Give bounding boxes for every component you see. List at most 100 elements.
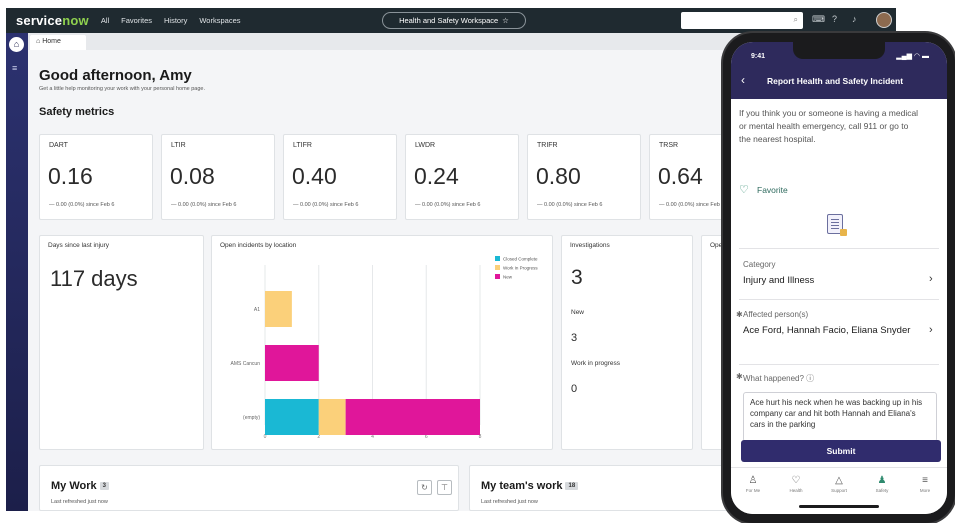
menu-icon[interactable]: ≡ [12,63,17,73]
investigations-panel[interactable]: Investigations 3 New 3 Work in progress … [561,235,693,450]
metric-value: 0.24 [414,163,459,189]
home-icon[interactable]: ⌂ [9,37,24,52]
days-value: 117 days [50,266,138,291]
panel-title: Investigations [570,242,610,249]
nav-favorites[interactable]: Favorites [121,16,152,25]
what-happened-label: What happened? ⓘ [743,373,814,384]
phone-header: 9:41 ▂▄▆ ◠ ▬ ‹ Report Health and Safety … [731,42,947,99]
metric-value: 0.40 [292,163,337,189]
investigations-wip-value: 0 [571,383,578,395]
emergency-notice: If you think you or someone is having a … [739,108,919,144]
what-happened-label-text: What happened? [743,374,804,383]
metric-card-ltir[interactable]: LTIR 0.08 — 0.00 (0.0%) since Feb 6 [161,134,275,220]
legend-swatch [495,256,500,261]
workspace-selector[interactable]: Health and Safety Workspace ☆ [382,12,526,29]
metric-delta: — 0.00 (0.0%) since Feb 6 [415,202,481,208]
metric-card-ltifr[interactable]: LTIFR 0.40 — 0.00 (0.0%) since Feb 6 [283,134,397,220]
panel-title: Ope [710,242,723,249]
metric-delta: — 0.00 (0.0%) since Feb 6 [171,202,237,208]
tab-for-me[interactable]: ♙ For Me [733,475,773,493]
metric-label: LTIR [171,142,186,149]
tab-label: Support [831,488,847,493]
global-search-input[interactable]: ⌕ [681,12,803,29]
category-label: AMS Cancun [231,361,261,367]
bar-segment [265,399,319,435]
investigations-new-value: 3 [571,332,578,344]
page-subtitle: Get a little help monitoring your work w… [39,86,206,92]
user-avatar[interactable] [876,12,892,28]
chat-icon[interactable]: ⌨ [812,14,825,25]
team-work-card[interactable]: My team's work 18 Last refreshed just now [469,465,761,511]
tab-label: More [919,488,931,493]
metric-delta: — 0.00 (0.0%) since Feb 6 [537,202,603,208]
chevron-right-icon[interactable]: › [929,273,933,285]
safety-metrics-heading: Safety metrics [39,106,115,118]
legend-label: Work In Progress [503,266,538,271]
category-field[interactable]: Injury and Illness [743,275,913,287]
days-since-injury-panel[interactable]: Days since last injury 117 days [39,235,204,450]
favorite-link[interactable]: Favorite [757,185,788,195]
legend-swatch [495,274,500,279]
what-happened-textarea[interactable]: Ace hurt his neck when he was backing up… [743,392,937,442]
my-work-count: 3 [99,482,109,491]
bar-segment [318,399,346,435]
metric-delta: — 0.00 (0.0%) since Feb 6 [293,202,359,208]
help-icon[interactable]: ⓘ [806,374,814,383]
bar-segment [265,291,292,327]
menu-icon: ≡ [922,475,928,486]
nav-history[interactable]: History [164,16,187,25]
legend-swatch [495,265,500,270]
star-icon[interactable]: ☆ [502,16,509,25]
top-navigation-bar: servicenow All Favorites History Workspa… [6,8,896,33]
notifications-icon[interactable]: ♪ [852,14,857,24]
team-work-count: 18 [565,482,579,491]
servicenow-logo[interactable]: servicenow [16,13,89,28]
phone-frame: 9:41 ▂▄▆ ◠ ▬ ‹ Report Health and Safety … [723,33,955,523]
metric-card-lwdr[interactable]: LWDR 0.24 — 0.00 (0.0%) since Feb 6 [405,134,519,220]
affected-label: Affected person(s) [743,310,809,319]
metric-value: 0.08 [170,163,215,189]
left-rail: ⌂ ≡ [6,33,28,511]
bar-segment [345,399,480,435]
open-incidents-panel[interactable]: Open incidents by location 0 2 4 6 8 A1 AMS Ca… [211,235,553,450]
metric-label: LWDR [415,142,436,149]
search-icon: ⌕ [793,15,798,24]
metric-card-trifr[interactable]: TRIFR 0.80 — 0.00 (0.0%) since Feb 6 [527,134,641,220]
phone-notch [793,42,885,59]
divider [739,364,939,365]
legend-label: New [503,275,513,280]
tab-home[interactable]: ⌂ Home [30,35,86,50]
help-icon[interactable]: ? [832,14,837,24]
filter-icon[interactable]: ⊤ [437,480,452,495]
my-work-card[interactable]: My Work 3 Last refreshed just now ↻ ⊤ [39,465,459,511]
phone-screen: 9:41 ▂▄▆ ◠ ▬ ‹ Report Health and Safety … [731,42,947,514]
legend-label: Closed Complete [503,257,538,262]
chevron-right-icon[interactable]: › [929,324,933,336]
person-icon: ♙ [748,475,758,486]
logo-text-now: now [62,13,89,28]
metric-value: 0.64 [658,163,703,189]
submit-button[interactable]: Submit [741,440,941,462]
divider [739,299,939,300]
incidents-bar-chart: 0 2 4 6 8A1AMS Cancun(empty)Closed CompleteW… [231,256,538,440]
back-icon[interactable]: ‹ [741,73,745,87]
metric-card-dart[interactable]: DART 0.16 — 0.00 (0.0%) since Feb 6 [39,134,153,220]
category-label: (empty) [243,415,260,421]
nav-workspaces[interactable]: Workspaces [199,16,240,25]
my-work-title: My Work 3 [51,480,109,492]
metric-label: TRSR [659,142,679,149]
my-work-refreshed: Last refreshed just now [51,499,108,505]
metric-value: 0.80 [536,163,581,189]
tab-support[interactable]: △ Support [819,475,859,493]
tab-more[interactable]: ≡ More [905,475,945,493]
workspace-name: Health and Safety Workspace [399,16,499,25]
category-label: Category [743,260,776,269]
heart-icon[interactable]: ♡ [739,183,749,196]
tab-safety[interactable]: ♟ Safety [862,475,902,493]
tab-health[interactable]: ♡ Health [776,475,816,493]
refresh-icon[interactable]: ↻ [417,480,432,495]
team-work-refreshed: Last refreshed just now [481,499,538,505]
nav-all[interactable]: All [101,16,109,25]
metric-delta: — 0.00 (0.0%) since Feb 6 [49,202,115,208]
affected-persons-field[interactable]: Ace Ford, Hannah Facio, Eliana Snyder [743,325,913,337]
